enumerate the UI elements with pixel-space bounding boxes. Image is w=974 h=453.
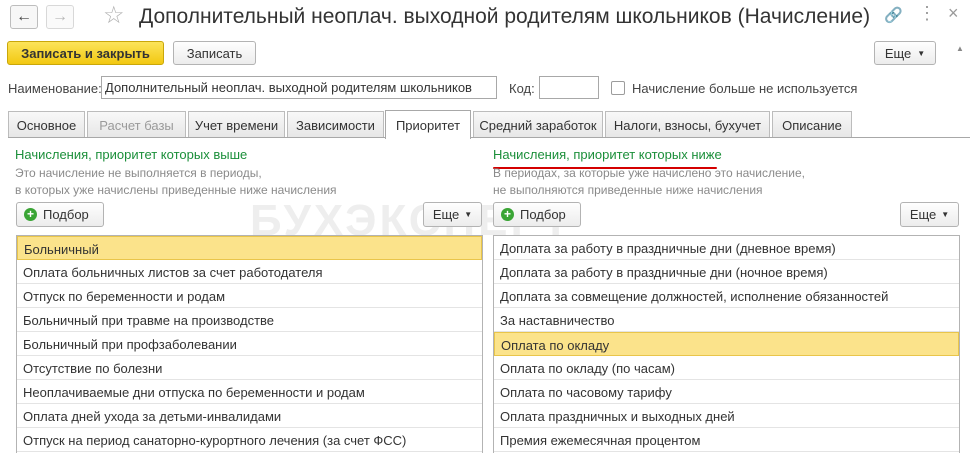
list-item[interactable]: Доплата за совмещение должностей, исполн… xyxy=(494,284,959,308)
right-more-button[interactable]: Еще ▼ xyxy=(900,202,959,227)
list-item[interactable]: Доплата за работу в праздничные дни (дне… xyxy=(494,236,959,260)
code-field[interactable] xyxy=(539,76,599,99)
left-pick-label: Подбор xyxy=(43,207,89,222)
list-item[interactable]: Больничный при травме на производстве xyxy=(17,308,482,332)
name-label: Наименование: xyxy=(8,81,102,96)
tab-priority[interactable]: Приоритет xyxy=(385,110,471,139)
forward-button[interactable]: → xyxy=(46,5,74,29)
tab-divider xyxy=(8,137,970,138)
list-item[interactable]: Оплата по часовому тарифу xyxy=(494,380,959,404)
tab-base-calculation[interactable]: Расчет базы xyxy=(87,111,186,138)
tab-description[interactable]: Описание xyxy=(772,111,852,138)
list-item[interactable]: Неоплачиваемые дни отпуска по беременнос… xyxy=(17,380,482,404)
more-menu-button[interactable]: Еще ▼ xyxy=(874,41,936,65)
not-used-checkbox[interactable] xyxy=(611,81,625,95)
left-more-button[interactable]: Еще ▼ xyxy=(423,202,482,227)
code-label: Код: xyxy=(509,81,535,96)
list-item[interactable]: Оплата больничных листов за счет работод… xyxy=(17,260,482,284)
list-item[interactable]: Больничный при профзаболевании xyxy=(17,332,482,356)
scrollbar-up-arrow[interactable] xyxy=(952,40,970,66)
close-icon[interactable]: × xyxy=(948,3,959,24)
dropdown-arrow-icon: ▼ xyxy=(941,210,950,219)
tab-time-accounting[interactable]: Учет времени xyxy=(188,111,285,138)
dropdown-arrow-icon: ▼ xyxy=(464,210,473,219)
right-pick-label: Подбор xyxy=(520,207,566,222)
save-and-close-button[interactable]: Записать и закрыть xyxy=(7,41,164,65)
list-item[interactable]: Отпуск по беременности и родам xyxy=(17,284,482,308)
more-menu-label: Еще xyxy=(884,45,912,61)
plus-icon: + xyxy=(24,208,37,221)
title-bar: ← → ☆ Дополнительный неоплач. выходной р… xyxy=(0,0,974,36)
tab-average-earnings[interactable]: Средний заработок xyxy=(473,111,603,138)
link-icon[interactable]: 🔗 xyxy=(884,6,903,24)
list-item[interactable]: Оплата праздничных и выходных дней xyxy=(494,404,959,428)
right-pick-button[interactable]: + Подбор xyxy=(493,202,581,227)
right-panel-desc-1: В периодах, за которые уже начислено это… xyxy=(493,166,805,180)
tab-main[interactable]: Основное xyxy=(8,111,85,138)
left-panel-desc-2: в которых уже начислены приведенные ниже… xyxy=(15,183,337,197)
left-accruals-list[interactable]: Больничный Оплата больничных листов за с… xyxy=(16,235,483,453)
right-panel-title: Начисления, приоритет которых ниже xyxy=(493,147,722,162)
list-item[interactable]: Оплата по окладу xyxy=(494,332,959,356)
save-button[interactable]: Записать xyxy=(173,41,256,65)
left-panel-desc-1: Это начисление не выполняется в периоды, xyxy=(15,166,262,180)
back-button[interactable]: ← xyxy=(10,5,38,29)
tab-dependencies[interactable]: Зависимости xyxy=(287,111,384,138)
name-field[interactable]: Дополнительный неоплач. выходной родител… xyxy=(101,76,497,99)
plus-icon: + xyxy=(501,208,514,221)
arrow-left-icon: ← xyxy=(16,8,32,25)
right-more-label: Еще xyxy=(909,207,937,222)
list-item[interactable]: Доплата за работу в праздничные дни (ноч… xyxy=(494,260,959,284)
list-item[interactable]: Отсутствие по болезни xyxy=(17,356,482,380)
left-more-label: Еще xyxy=(432,207,460,222)
tab-taxes-contributions[interactable]: Налоги, взносы, бухучет xyxy=(605,111,770,138)
not-used-label: Начисление больше не используется xyxy=(632,81,858,96)
list-item[interactable]: Премия ежемесячная процентом xyxy=(494,428,959,452)
right-accruals-list[interactable]: Доплата за работу в праздничные дни (дне… xyxy=(493,235,960,453)
left-pick-button[interactable]: + Подбор xyxy=(16,202,104,227)
more-vertical-icon[interactable]: ⋮ xyxy=(918,3,936,24)
list-item[interactable]: Оплата дней ухода за детьми-инвалидами xyxy=(17,404,482,428)
tab-bar: Основное Расчет базы Учет времени Зависи… xyxy=(8,110,968,139)
arrow-right-icon: → xyxy=(52,8,68,25)
list-item[interactable]: Отпуск на период санаторно-курортного ле… xyxy=(17,428,482,452)
window-title: Дополнительный неоплач. выходной родител… xyxy=(139,5,871,28)
left-panel-title: Начисления, приоритет которых выше xyxy=(15,147,248,162)
list-item[interactable]: Больничный xyxy=(17,236,482,260)
favorite-star-icon[interactable]: ☆ xyxy=(103,3,125,29)
list-item[interactable]: Оплата по окладу (по часам) xyxy=(494,356,959,380)
list-item[interactable]: За наставничество xyxy=(494,308,959,332)
right-panel-desc-2: не выполняются приведенные ниже начислен… xyxy=(493,183,763,197)
dropdown-arrow-icon: ▼ xyxy=(917,48,926,58)
